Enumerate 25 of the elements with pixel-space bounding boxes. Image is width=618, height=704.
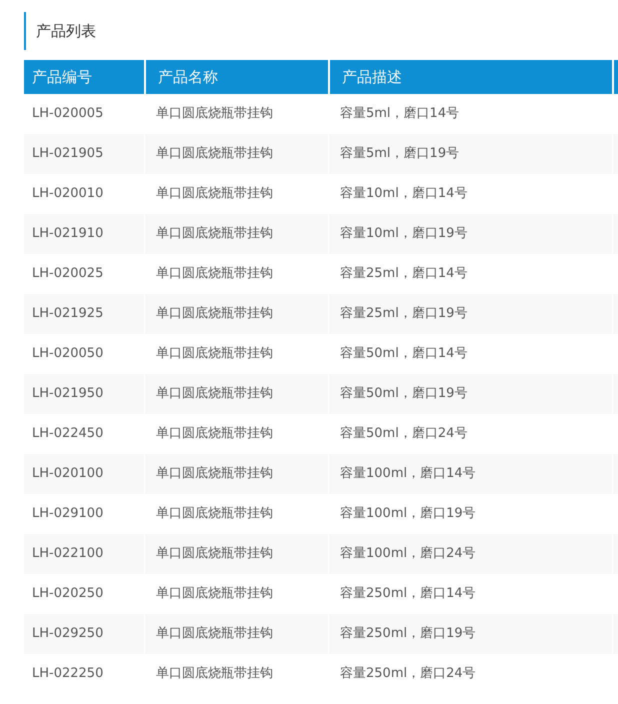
table-cell: 单口圆底烧瓶带挂钩 bbox=[144, 534, 328, 574]
table-cell: LH-021950 bbox=[24, 374, 144, 414]
table-cell: 单口圆底烧瓶带挂钩 bbox=[144, 374, 328, 414]
table-cell: LH-029250 bbox=[24, 614, 144, 654]
table-cell: 容量100ml，磨口24号 bbox=[328, 534, 612, 574]
column-header: 产品名称 bbox=[144, 60, 328, 94]
table-cell: LH-021925 bbox=[24, 294, 144, 334]
column-header: 产品描述 bbox=[328, 60, 612, 94]
table-cell: 单口圆底烧瓶带挂钩 bbox=[144, 454, 328, 494]
table-cell: LH-021905 bbox=[24, 134, 144, 174]
table-cell: 单口圆底烧瓶带挂钩 bbox=[144, 214, 328, 254]
table-cell: 容量50ml，磨口19号 bbox=[328, 374, 612, 414]
table-cell: 容量25ml，磨口19号 bbox=[328, 294, 612, 334]
column-header: 产品编号 bbox=[24, 60, 144, 94]
table-cell: 单口圆底烧瓶带挂钩 bbox=[144, 614, 328, 654]
table-cell: LH-021910 bbox=[24, 214, 144, 254]
table-cell: 单口圆底烧瓶带挂钩 bbox=[144, 134, 328, 174]
section-title: 产品列表 bbox=[24, 12, 618, 50]
table-cell: 容量10ml，磨口19号 bbox=[328, 214, 612, 254]
table-cell: LH-020100 bbox=[24, 454, 144, 494]
table-cell: 容量5ml，磨口19号 bbox=[328, 134, 612, 174]
table-cell: LH-022100 bbox=[24, 534, 144, 574]
table-cell: 容量250ml，磨口19号 bbox=[328, 614, 612, 654]
table-cell: 单口圆底烧瓶带挂钩 bbox=[144, 294, 328, 334]
table-cell: 容量100ml，磨口14号 bbox=[328, 454, 612, 494]
